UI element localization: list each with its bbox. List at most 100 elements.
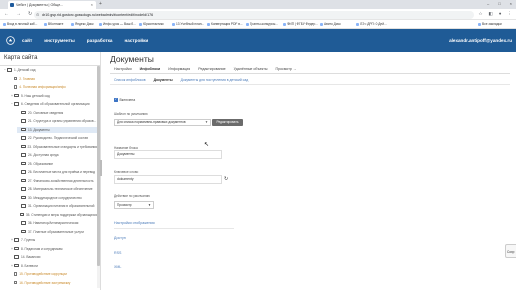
- folder-icon: [21, 136, 26, 140]
- template-select[interactable]: Для списка нормативно-правовых документо…: [114, 119, 211, 126]
- tree-node-label: 36. Навигатор/Антинаркотическая: [28, 221, 79, 225]
- tree-node[interactable]: 24. Доступная среда: [17, 152, 97, 158]
- close-window-icon[interactable]: ×: [510, 1, 512, 6]
- forward-icon[interactable]: →: [16, 11, 21, 17]
- tree-node[interactable]: +8. Педагогам и сотрудникам: [10, 246, 97, 252]
- url-text: dr10.gsp.rid.gostorc.gossolugs.ru/webadm…: [42, 12, 154, 17]
- subtab-2[interactable]: Документы для поступления в детский сад: [177, 77, 253, 83]
- nav-development[interactable]: разработка: [87, 38, 113, 43]
- tree-node[interactable]: 14. Вакансии: [10, 254, 97, 260]
- bookmark[interactable]: Вход в личный каб...: [3, 22, 37, 26]
- bookmark[interactable]: ЛЭ • ДРП: 0 Дей...: [356, 22, 387, 26]
- address-bar-row: ← → ↻ ⊙ dr10.gsp.rid.gostorc.gossolugs.r…: [0, 9, 516, 20]
- divider: [110, 84, 510, 85]
- divider: [0, 65, 101, 66]
- bookmark[interactable]: Инфо-урок — Ваш б...: [99, 22, 136, 26]
- site-logo-icon[interactable]: [6, 36, 15, 45]
- doc-link-access[interactable]: Доступ: [114, 236, 126, 240]
- tree-node[interactable]: 13. Документы: [17, 126, 97, 133]
- edit-template-button[interactable]: Редактировать: [212, 119, 243, 126]
- tree-node-label: 8. Батевоги: [21, 263, 38, 268]
- tree-node[interactable]: 26. Бесплатные места для приёма и перево…: [17, 169, 97, 175]
- tree-node[interactable]: 36. Навигатор/Антинаркотическая: [17, 220, 97, 226]
- tree-node[interactable]: +7. Группы: [10, 237, 97, 243]
- tree-node[interactable]: 28. Материально-техническое обеспечение: [17, 186, 97, 192]
- tree-node[interactable]: 25. Образование: [17, 161, 97, 167]
- tree-node-label: 1. Детский сад: [14, 68, 36, 72]
- bookmark[interactable]: ВКонтакте: [44, 22, 63, 26]
- template-label: Шаблон по умолчанию: [114, 112, 148, 116]
- tree-node[interactable]: +8. Батевоги: [10, 263, 97, 269]
- sidebar: Карта сайта −1. Детский сад 2. Главная 4. …: [0, 52, 101, 290]
- bookmark[interactable]: ФИП | ФГБУ Федер...: [283, 22, 318, 26]
- extensions-icon[interactable]: ◧: [489, 11, 493, 17]
- bookmark[interactable]: Конвертация PDF в...: [207, 22, 243, 26]
- bookmark[interactable]: Авито Диск: [320, 22, 341, 26]
- tree-node[interactable]: 16. Противодействие экстремизму: [10, 280, 97, 286]
- profile-icon[interactable]: ●: [499, 11, 502, 17]
- tree-node[interactable]: 31. Организация питания в образовательно…: [17, 203, 97, 209]
- tree-node[interactable]: 35. Стипендии и меры поддержки обучающих…: [17, 212, 97, 218]
- new-tab-icon[interactable]: +: [99, 1, 102, 7]
- bookmark[interactable]: Юрконтактикс: [139, 22, 164, 26]
- browser-tab[interactable]: Чебит | Документы | Обще... ×: [8, 1, 96, 9]
- folder-icon: [14, 102, 19, 106]
- page-icon: [14, 85, 18, 89]
- bookmark[interactable]: Гранты-конкурсы...: [246, 22, 278, 26]
- page-icon: [14, 272, 18, 276]
- tree-node-label: 15. Противодействие коррупции: [19, 272, 67, 276]
- star-icon[interactable]: ☆: [478, 11, 482, 17]
- bookmark[interactable]: 13 Учебный план...: [172, 22, 204, 26]
- subtab-1[interactable]: Документы: [150, 77, 177, 83]
- sidebar-scrollbar[interactable]: [97, 66, 100, 288]
- sidebar-collapse-handle[interactable]: [100, 160, 102, 176]
- maximize-icon[interactable]: □: [498, 1, 500, 6]
- divider: [110, 73, 510, 74]
- bookmark[interactable]: Все закладки: [478, 22, 502, 26]
- reload-icon[interactable]: ↻: [28, 11, 32, 17]
- tree-node[interactable]: 2. Главная: [10, 76, 97, 82]
- save-button[interactable]: Сохр: [505, 244, 516, 258]
- folder-icon: [19, 212, 24, 217]
- tree-node[interactable]: 37. Платные образовательные услуги: [17, 229, 97, 235]
- folder-icon: [21, 170, 26, 174]
- tree-node[interactable]: 15. Противодействие коррупции: [10, 271, 97, 277]
- tree-node[interactable]: 30. Международное сотрудничество: [17, 195, 97, 201]
- back-icon[interactable]: ←: [4, 11, 9, 17]
- tree-node-label: 31. Организация питания в образовательно…: [28, 204, 95, 208]
- doc-link-rss[interactable]: RSS: [114, 251, 121, 255]
- tree-node-label: 25. Образование: [28, 161, 54, 166]
- block-name-input[interactable]: Документы: [114, 150, 222, 159]
- tree-node[interactable]: 21. Структура и органы управления образо…: [17, 118, 97, 124]
- menu-icon[interactable]: ⋮: [508, 11, 513, 17]
- tree-node[interactable]: 23. Образовательные стандарты и требован…: [17, 144, 97, 150]
- close-tab-icon[interactable]: ×: [91, 2, 93, 7]
- tree-node[interactable]: −6. Сведения об образовательной организа…: [10, 101, 97, 107]
- display-settings-link[interactable]: Настройки отображения: [114, 221, 155, 225]
- minimize-icon[interactable]: –: [487, 1, 489, 6]
- sub-tabs: Список инфоблоков Документы Документы для …: [110, 77, 252, 83]
- doc-link-xml[interactable]: XML: [114, 265, 121, 269]
- tree-node[interactable]: 20. Основные сведения: [17, 110, 97, 116]
- nav-site[interactable]: сайт: [22, 38, 32, 43]
- folder-icon: [21, 204, 26, 208]
- tree-node[interactable]: 27. Финансово-хозяйственная деятельность: [17, 178, 97, 184]
- favicon-icon: [10, 3, 14, 7]
- tree-node-label: 6. Сведения об образовательной организац…: [21, 102, 90, 106]
- subtab-0[interactable]: Список инфоблоков: [110, 77, 150, 83]
- enabled-checkbox[interactable]: ✓ Включена: [114, 98, 135, 102]
- url-field[interactable]: ⊙ dr10.gsp.rid.gostorc.gossolugs.ru/weba…: [34, 10, 474, 19]
- nav-tools[interactable]: инструменты: [44, 38, 75, 43]
- keyword-input[interactable]: dokumenty: [114, 175, 222, 184]
- tree-node[interactable]: 4. Полезная информация/инфо: [10, 84, 97, 90]
- action-select[interactable]: Просмотр ▼: [114, 201, 154, 209]
- refresh-icon[interactable]: ↻: [224, 176, 228, 182]
- tree-node[interactable]: 22. Руководство. Педагогический состав: [17, 135, 97, 141]
- nav-settings[interactable]: настройки: [125, 38, 149, 43]
- checkbox-label: Включена: [119, 98, 136, 102]
- tree-node[interactable]: +5. Наш детский сад: [10, 93, 97, 99]
- template-select-value: Для списка нормативно-правовых документо…: [117, 120, 186, 124]
- bookmark[interactable]: Яндекс Диск: [71, 22, 94, 26]
- user-email[interactable]: alexandr.antipoff@yandex.ru: [449, 38, 512, 43]
- tree-node[interactable]: −1. Детский сад: [3, 67, 97, 73]
